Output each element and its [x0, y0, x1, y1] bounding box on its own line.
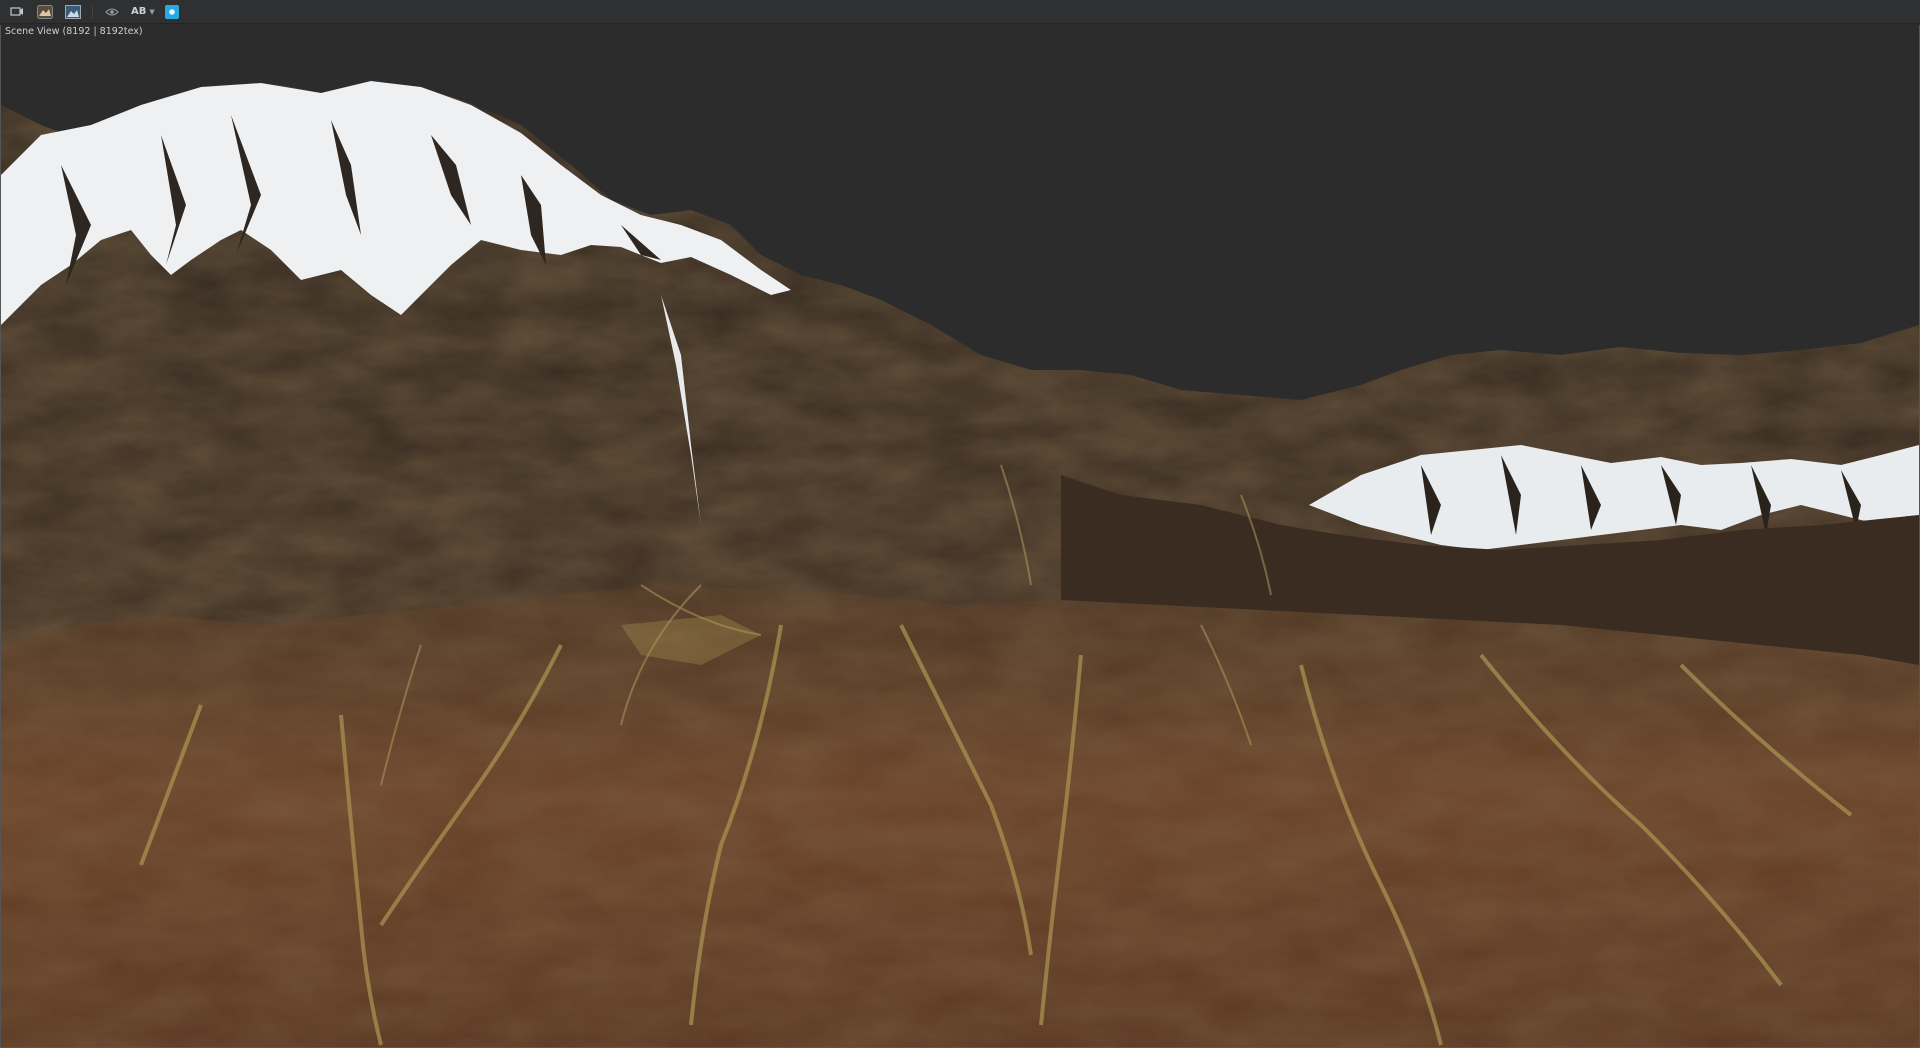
scene-tools-icon[interactable] [8, 4, 26, 20]
ab-compare-dropdown[interactable]: AB ▼ [131, 6, 155, 17]
terrain-render [1, 81, 1919, 1047]
terrain-preview-icon[interactable] [36, 4, 54, 20]
render-icon[interactable] [164, 4, 179, 19]
chevron-down-icon: ▼ [149, 7, 155, 16]
image-preview-icon[interactable] [64, 4, 82, 20]
viewport-label: Scene View (8192 | 8192tex) [5, 26, 143, 37]
eye-icon[interactable] [103, 4, 121, 20]
ab-label: AB [131, 6, 147, 17]
scene-viewport[interactable]: Scene View (8192 | 8192tex) [0, 25, 1920, 1048]
toolbar-separator [92, 4, 93, 19]
viewport-toolbar: AB ▼ [0, 0, 1920, 24]
